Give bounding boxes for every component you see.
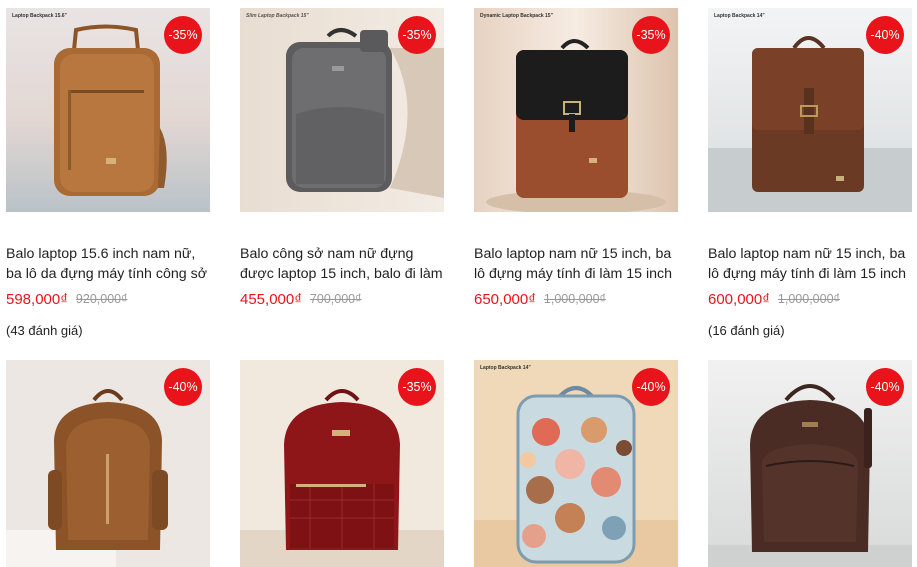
- original-price: 920,000₫: [75, 292, 128, 306]
- image-label: Laptop Backpack 14": [714, 13, 765, 19]
- product-image[interactable]: -40%: [6, 360, 210, 567]
- current-price: 455,000₫: [240, 290, 302, 308]
- current-price: 598,000₫: [6, 290, 68, 308]
- discount-badge: -40%: [866, 368, 904, 406]
- discount-badge: -35%: [632, 16, 670, 54]
- product-card[interactable]: Slim Laptop Backpack 15" -35% Balo công …: [240, 8, 444, 341]
- discount-badge: -35%: [164, 16, 202, 54]
- product-card[interactable]: -40%: [6, 360, 210, 567]
- product-title[interactable]: Balo laptop nam nữ 15 inch, ba lô đựng m…: [474, 244, 678, 284]
- image-label: Dynamic Laptop Backpack 15": [480, 13, 553, 19]
- product-card[interactable]: Laptop Backpack 15.6" -35% Balo laptop 1…: [6, 8, 210, 341]
- image-label: Slim Laptop Backpack 15": [246, 13, 309, 19]
- product-image[interactable]: Laptop Backpack 14" -40%: [708, 8, 912, 212]
- discount-badge: -35%: [398, 16, 436, 54]
- current-price: 600,000₫: [708, 290, 770, 308]
- product-image[interactable]: Slim Laptop Backpack 15" -35%: [240, 8, 444, 212]
- discount-badge: -40%: [164, 368, 202, 406]
- product-card[interactable]: Dynamic Laptop Backpack 15" -35% Balo la…: [474, 8, 678, 341]
- image-label: Laptop Backpack 15.6": [12, 13, 67, 19]
- review-count: (43 đánh giá): [6, 323, 83, 338]
- review-count: [240, 323, 444, 341]
- original-price: 1,000,000₫: [543, 292, 606, 306]
- review-count: [474, 323, 678, 341]
- discount-badge: -40%: [632, 368, 670, 406]
- discount-badge: -35%: [398, 368, 436, 406]
- current-price: 650,000₫: [474, 290, 536, 308]
- product-card[interactable]: Laptop Backpack 14" -40% Balo laptop nam…: [708, 8, 912, 341]
- original-price: 700,000₫: [309, 292, 362, 306]
- product-title[interactable]: Balo laptop nam nữ 15 inch, ba lô đựng m…: [708, 244, 912, 284]
- product-title[interactable]: Balo công sở nam nữ đựng được laptop 15 …: [240, 244, 444, 284]
- review-count: (16 đánh giá): [708, 323, 785, 338]
- product-card[interactable]: -35%: [240, 360, 444, 567]
- product-image[interactable]: Laptop Backpack 14" -40%: [474, 360, 678, 567]
- product-card[interactable]: Laptop Backpack 14" -40%: [474, 360, 678, 567]
- product-image[interactable]: -35%: [240, 360, 444, 567]
- product-image[interactable]: -40%: [708, 360, 912, 567]
- product-image[interactable]: Dynamic Laptop Backpack 15" -35%: [474, 8, 678, 212]
- product-card[interactable]: -40%: [708, 360, 912, 567]
- discount-badge: -40%: [866, 16, 904, 54]
- original-price: 1,000,000₫: [777, 292, 840, 306]
- image-label: Laptop Backpack 14": [480, 365, 531, 371]
- product-image[interactable]: Laptop Backpack 15.6" -35%: [6, 8, 210, 212]
- product-title[interactable]: Balo laptop 15.6 inch nam nữ, ba lô da đ…: [6, 244, 210, 284]
